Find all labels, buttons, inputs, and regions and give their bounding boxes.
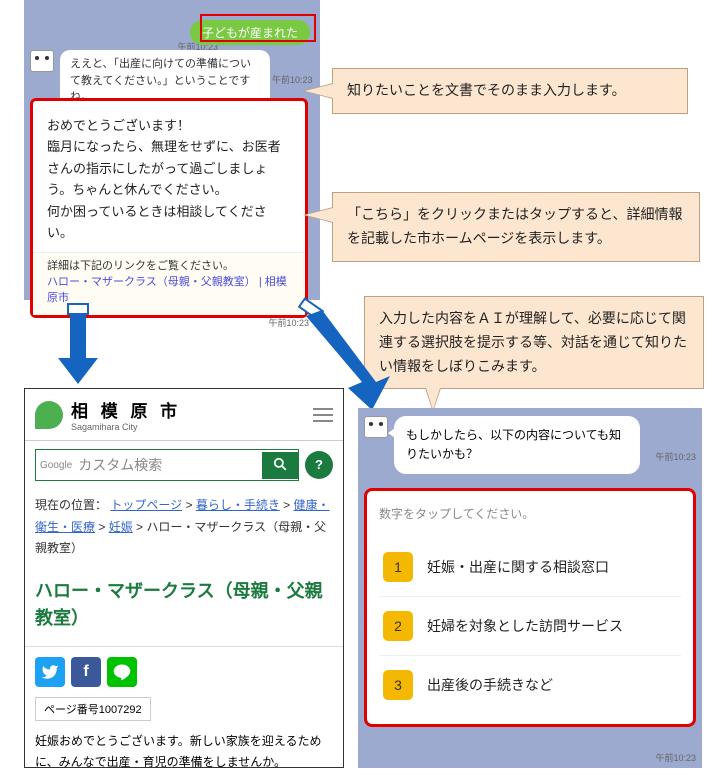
page-title: ハロー・マザークラス（母親・父親教室） bbox=[25, 570, 343, 647]
hamburger-icon[interactable] bbox=[313, 404, 333, 426]
breadcrumb-label: 現在の位置： bbox=[35, 498, 107, 512]
option-3[interactable]: 3 出産後の手続きなど bbox=[379, 655, 681, 714]
options-time: 午前10:23 bbox=[655, 751, 696, 764]
arrow-down-icon bbox=[58, 304, 98, 389]
bot-avatar-icon bbox=[30, 50, 54, 72]
options-title: 数字をタップしてください。 bbox=[379, 505, 681, 522]
option-1[interactable]: 1 妊娠・出産に関する相談窓口 bbox=[379, 538, 681, 596]
bot3-time: 午前10:23 bbox=[655, 450, 696, 463]
highlight-user-input bbox=[200, 14, 316, 42]
callout-text: 入力した内容をＡＩが理解して、必要に応じて関連する選択肢を提示する等、対話を通じ… bbox=[379, 310, 687, 374]
page-body-text: 妊娠おめでとうございます。新しい家族を迎えるために、みんなで出産・育児の準備をし… bbox=[25, 731, 343, 768]
city-webpage: 相 模 原 市 Sagamihara City Google カスタム検索 ? … bbox=[24, 388, 344, 768]
breadcrumb: 現在の位置： トップページ > 暮らし・手続き > 健康・衛生・医療 > 妊娠 … bbox=[25, 489, 343, 570]
search-button[interactable] bbox=[262, 452, 298, 479]
option-number: 2 bbox=[383, 611, 413, 641]
chat-panel-right: もしかしたら、以下の内容についても知りたいかも？ 午前10:23 数字をタップし… bbox=[358, 408, 702, 768]
social-row: f bbox=[25, 647, 343, 697]
city-name: 相 模 原 市 Sagamihara City bbox=[71, 397, 313, 432]
option-label: 妊娠・出産に関する相談窓口 bbox=[427, 557, 609, 577]
option-label: 妊婦を対象とした訪問サービス bbox=[427, 616, 623, 636]
option-2[interactable]: 2 妊婦を対象とした訪問サービス bbox=[379, 596, 681, 655]
callout-text: 「こちら」をクリックまたはタップすると、詳細情報を記載した市ホームページを表示し… bbox=[347, 206, 682, 246]
highlight-bot-reply: おめでとうございます！ 臨月になったら、無理をせずに、お医者さんの指示にしたがっ… bbox=[30, 98, 308, 318]
bot-reply-body: おめでとうございます！ 臨月になったら、無理をせずに、お医者さんの指示にしたがっ… bbox=[33, 101, 305, 252]
help-button[interactable]: ? bbox=[305, 451, 333, 479]
option-number: 1 bbox=[383, 552, 413, 582]
page-number: ページ番号1007292 bbox=[35, 697, 151, 721]
breadcrumb-link[interactable]: 妊娠 bbox=[109, 520, 133, 534]
city-logo-icon bbox=[35, 401, 63, 429]
breadcrumb-link[interactable]: トップページ bbox=[110, 498, 182, 512]
bot-bubble-3: もしかしたら、以下の内容についても知りたいかも？ bbox=[394, 416, 640, 474]
breadcrumb-link[interactable]: 暮らし・手続き bbox=[196, 498, 280, 512]
callout-link: 「こちら」をクリックまたはタップすると、詳細情報を記載した市ホームページを表示し… bbox=[332, 192, 700, 262]
callout-text: 知りたいことを文書でそのまま入力します。 bbox=[347, 82, 626, 98]
city-name-en: Sagamihara City bbox=[71, 422, 313, 432]
detail-link[interactable]: ハロー・マザークラス（母親・父親教室） | 相模原市 bbox=[47, 273, 291, 305]
options-panel: 数字をタップしてください。 1 妊娠・出産に関する相談窓口 2 妊婦を対象とした… bbox=[364, 488, 696, 727]
facebook-icon[interactable]: f bbox=[71, 657, 101, 687]
google-label: Google bbox=[36, 460, 76, 471]
option-number: 3 bbox=[383, 670, 413, 700]
bot-avatar-icon bbox=[364, 416, 388, 438]
chat-panel-top: 既読 午前10:23 子どもが産まれた ええと、「出産に向けての準備について教え… bbox=[24, 0, 320, 300]
search-row: Google カスタム検索 ? bbox=[25, 441, 343, 489]
web-header: 相 模 原 市 Sagamihara City bbox=[25, 389, 343, 441]
link-label: 詳細は下記のリンクをご覧ください。 bbox=[47, 257, 291, 273]
city-name-jp: 相 模 原 市 bbox=[71, 397, 313, 422]
line-icon[interactable] bbox=[107, 657, 137, 687]
bot-message-3: もしかしたら、以下の内容についても知りたいかも？ bbox=[364, 416, 640, 474]
twitter-icon[interactable] bbox=[35, 657, 65, 687]
option-label: 出産後の手続きなど bbox=[427, 675, 553, 695]
search-input[interactable]: カスタム検索 bbox=[76, 450, 262, 480]
search-box[interactable]: Google カスタム検索 bbox=[35, 449, 299, 481]
callout-input: 知りたいことを文書でそのまま入力します。 bbox=[332, 68, 688, 114]
callout-ai: 入力した内容をＡＩが理解して、必要に応じて関連する選択肢を提示する等、対話を通じ… bbox=[364, 296, 704, 389]
